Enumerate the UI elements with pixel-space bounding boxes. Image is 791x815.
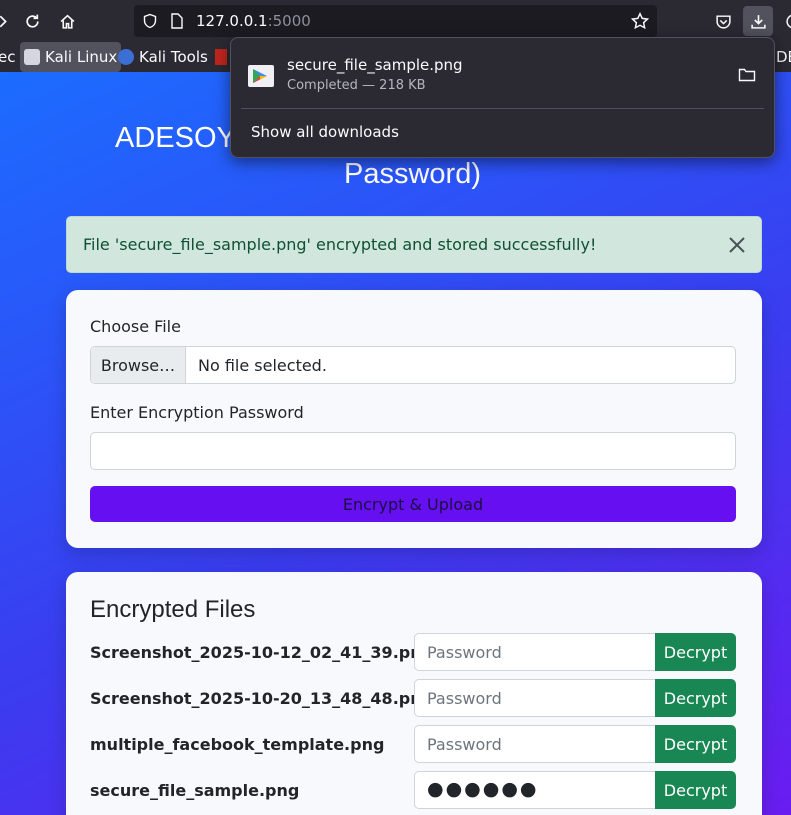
decrypt-password-input[interactable]: Password — [414, 725, 656, 763]
bookmark-kali-tools[interactable]: Kali Tools — [118, 42, 208, 72]
encrypted-files-card: Encrypted Files Screenshot_2025-10-12_02… — [66, 572, 762, 815]
downloads-panel: secure_file_sample.png Completed — 218 K… — [230, 37, 775, 158]
web-page: ADESOY Password) File 'secure_file_sampl… — [0, 72, 791, 815]
forward-icon[interactable] — [0, 6, 18, 36]
url-port: :5000 — [267, 12, 311, 30]
exploit-db-icon — [215, 49, 227, 65]
decrypt-button[interactable]: Decrypt — [655, 679, 736, 717]
success-alert: File 'secure_file_sample.png' encrypted … — [66, 216, 762, 273]
password-label: Enter Encryption Password — [90, 403, 304, 422]
page-title-line1: ADESOY — [115, 122, 236, 154]
file-input[interactable]: Browse… No file selected. — [90, 346, 736, 384]
bookmark-label: ec — [0, 48, 16, 66]
file-row: Screenshot_2025-10-20_13_48_48.png Passw… — [90, 679, 736, 717]
bookmark-kali-linux[interactable]: Kali Linux — [20, 42, 122, 72]
bookmark-label: Kali Tools — [139, 48, 208, 66]
decrypt-password-input[interactable]: Password — [414, 679, 656, 717]
profile-icon[interactable] — [778, 6, 791, 36]
url-text[interactable]: 127.0.0.1:5000 — [196, 12, 311, 30]
encrypted-files-title: Encrypted Files — [90, 596, 256, 623]
png-file-icon — [247, 62, 275, 90]
decrypt-password-input[interactable]: ●●●●●● — [414, 771, 656, 809]
decrypt-button[interactable]: Decrypt — [655, 771, 736, 809]
file-name: secure_file_sample.png — [90, 781, 300, 800]
choose-file-label: Choose File — [90, 317, 181, 336]
downloads-button[interactable] — [743, 6, 773, 36]
file-row: Screenshot_2025-10-12_02_41_39.png Passw… — [90, 633, 736, 671]
browser-toolbar: 127.0.0.1:5000 — [0, 0, 791, 42]
close-icon[interactable] — [727, 235, 747, 255]
shield-icon[interactable] — [142, 13, 158, 33]
decrypt-button[interactable]: Decrypt — [655, 633, 736, 671]
bookmark-label: DB — [776, 48, 791, 66]
folder-icon[interactable] — [738, 67, 756, 83]
show-all-downloads[interactable]: Show all downloads — [251, 123, 399, 141]
page-title-line2: Password) — [344, 158, 481, 190]
bookmark-exploit-db[interactable] — [215, 42, 227, 72]
kali-dragon-icon — [24, 49, 40, 65]
kali-tools-icon — [118, 49, 134, 65]
home-icon[interactable] — [52, 6, 82, 36]
file-name: Screenshot_2025-10-12_02_41_39.png — [90, 643, 434, 662]
file-name: Screenshot_2025-10-20_13_48_48.png — [90, 689, 434, 708]
decrypt-password-input[interactable]: Password — [414, 633, 656, 671]
alert-message: File 'secure_file_sample.png' encrypted … — [83, 235, 597, 254]
encryption-password-input[interactable] — [90, 432, 736, 470]
browse-button[interactable]: Browse… — [91, 347, 186, 383]
url-bar[interactable]: 127.0.0.1:5000 — [134, 5, 657, 37]
bookmark-item[interactable]: ec — [0, 42, 15, 72]
file-name-text: No file selected. — [198, 356, 327, 375]
download-file-name[interactable]: secure_file_sample.png — [287, 56, 463, 74]
encrypt-upload-button[interactable]: Encrypt & Upload — [90, 486, 736, 522]
file-row: secure_file_sample.png ●●●●●● Decrypt — [90, 771, 736, 809]
decrypt-button[interactable]: Decrypt — [655, 725, 736, 763]
download-icon — [750, 14, 766, 29]
download-status: Completed — 218 KB — [287, 78, 426, 93]
file-name: multiple_facebook_template.png — [90, 735, 385, 754]
bookmark-star-icon[interactable] — [630, 11, 650, 34]
url-host: 127.0.0.1 — [196, 12, 268, 30]
file-row: multiple_facebook_template.png Password … — [90, 725, 736, 763]
reload-icon[interactable] — [17, 6, 47, 36]
bookmark-label: Kali Linux — [45, 48, 118, 66]
page-icon — [170, 13, 184, 33]
upload-card: Choose File Browse… No file selected. En… — [66, 290, 762, 548]
bookmark-item[interactable]: DB — [776, 42, 791, 72]
pocket-icon[interactable] — [708, 6, 738, 36]
divider — [241, 108, 764, 109]
